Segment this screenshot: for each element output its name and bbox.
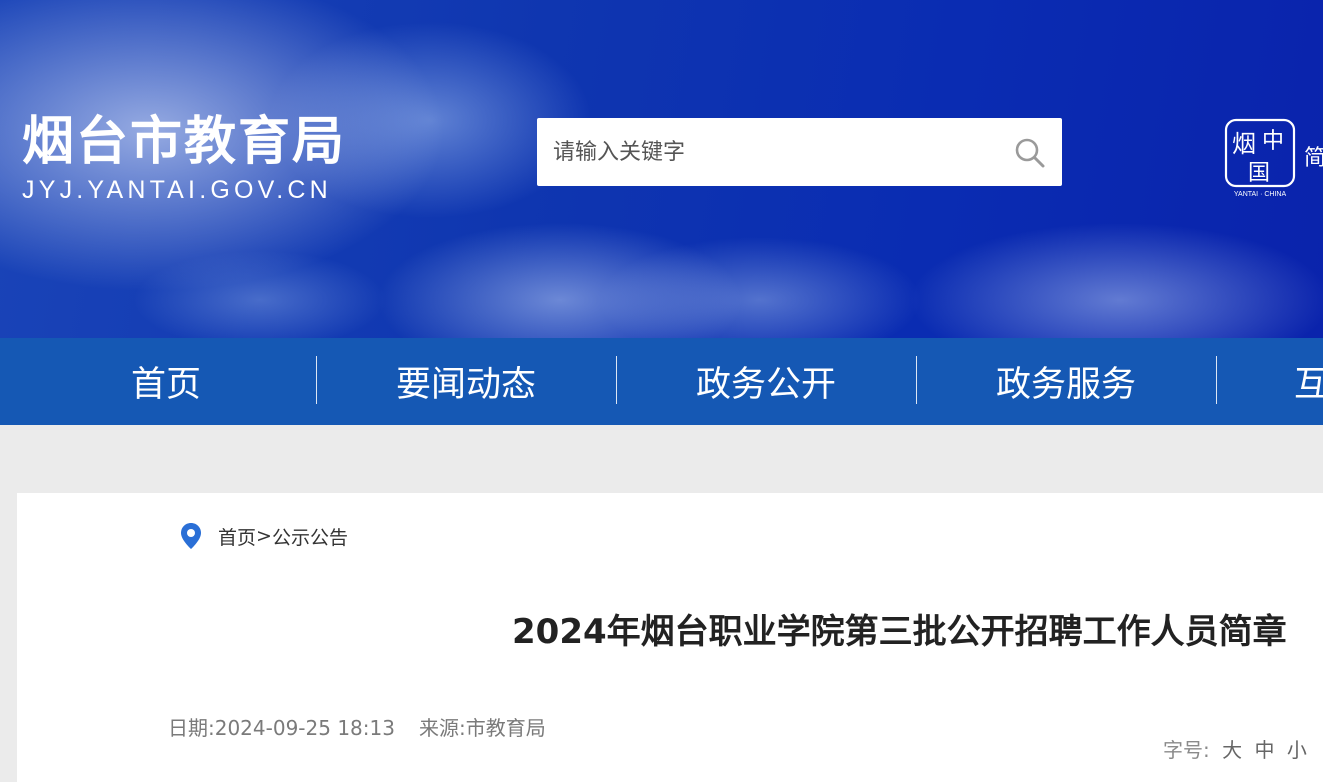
svg-text:YANTAI · CHINA: YANTAI · CHINA [1234,191,1287,198]
article-source: 来源:市教育局 [418,716,546,740]
nav-item-home[interactable]: 首页 [16,338,316,425]
search-icon[interactable] [1014,137,1046,169]
breadcrumb-separator: > [256,525,272,547]
nav-item-government-services[interactable]: 政务服务 [916,338,1216,425]
simplified-traditional-toggle[interactable]: 简 [1304,140,1323,172]
site-logo-title[interactable]: 烟台市教育局 [22,110,346,174]
font-size-selector: 字号: 大 中 小 [1163,734,1307,763]
nav-item-news[interactable]: 要闻动态 [316,338,616,425]
article-meta: 日期:2024-09-25 18:13 来源:市教育局 [168,712,546,741]
breadcrumb: 首页 > 公示公告 [180,522,348,550]
header-banner: 烟台市教育局 JYJ.YANTAI.GOV.CN 烟 中 国 YANTAI · … [0,0,1323,338]
svg-text:国: 国 [1248,161,1270,186]
article-title: 2024年烟台职业学院第三批公开招聘工作人员简章 [512,612,1287,652]
search-input[interactable] [553,118,993,186]
breadcrumb-home-link[interactable]: 首页 [218,523,256,550]
font-size-large-button[interactable]: 大 [1222,738,1242,762]
search-box [537,118,1062,186]
nav-item-interaction[interactable]: 互 [1216,338,1323,425]
article-date: 日期:2024-09-25 18:13 [168,716,395,740]
nav-item-government-affairs[interactable]: 政务公开 [616,338,916,425]
font-size-label: 字号: [1163,738,1210,762]
font-size-medium-button[interactable]: 中 [1254,738,1274,762]
svg-text:烟: 烟 [1232,130,1256,158]
svg-text:中: 中 [1262,129,1284,154]
site-logo-domain: JYJ.YANTAI.GOV.CN [22,176,332,204]
breadcrumb-current-link[interactable]: 公示公告 [272,523,348,550]
yantai-china-emblem-icon: 烟 中 国 YANTAI · CHINA [1222,118,1298,198]
main-nav: 首页 要闻动态 政务公开 政务服务 互 [0,338,1323,425]
location-pin-icon [180,522,202,550]
font-size-small-button[interactable]: 小 [1287,738,1307,762]
